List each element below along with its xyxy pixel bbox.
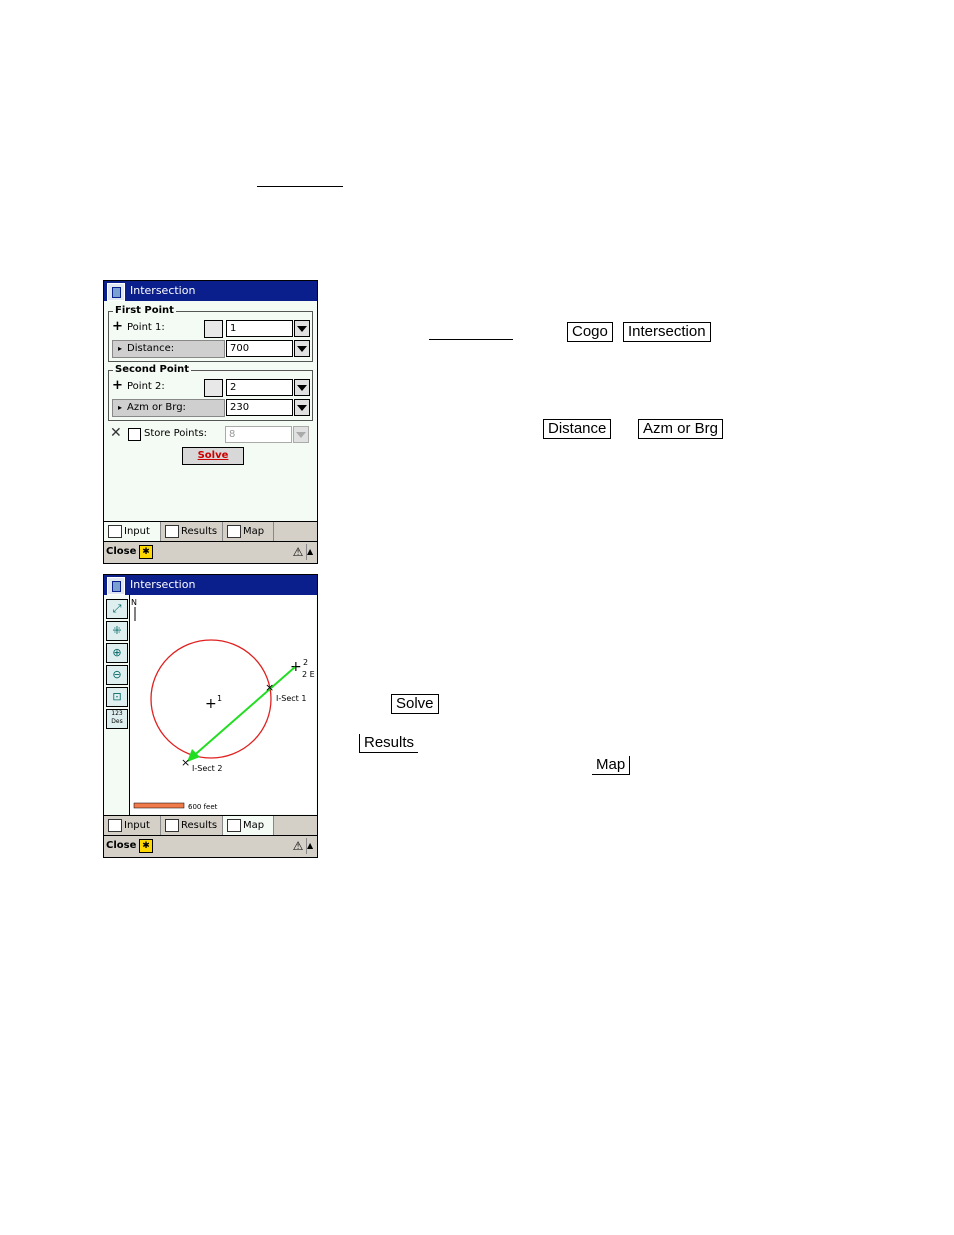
point1-marker: + [205, 696, 217, 712]
map-tab-icon [227, 525, 241, 538]
distance-input[interactable]: 700 [226, 340, 293, 357]
point2-input[interactable]: 2 [226, 379, 293, 396]
star-icon[interactable]: ✱ [139, 839, 153, 853]
input-tab-icon [108, 819, 122, 832]
keyboard-icon[interactable]: ⚠ [291, 544, 305, 560]
command-bar: Close ✱ ⚠ ▲ [104, 835, 317, 857]
results-tab-icon [165, 819, 179, 832]
solve-button[interactable]: Solve [182, 447, 244, 465]
zoom-out-icon[interactable]: ⊖ [106, 665, 128, 685]
distance-dropdown[interactable] [294, 340, 310, 357]
second-point-title: Second Point [113, 364, 192, 376]
start-menu-icon[interactable] [107, 577, 125, 595]
point-cross-icon: + [112, 378, 123, 393]
store-points-checkbox[interactable] [128, 428, 141, 441]
azm-brg-button[interactable]: Azm or Brg [638, 419, 724, 439]
close-command[interactable]: Close [106, 839, 136, 853]
map-pick-icon[interactable] [204, 320, 223, 338]
store-points-label: Store Points: [144, 428, 208, 439]
distance-button[interactable]: Distance [543, 419, 612, 439]
map-canvas[interactable]: N + 1 + 2 2 E × I-Sect 1 × I-Sect 2 600 … [130, 595, 316, 814]
title-bar: Intersection [104, 281, 317, 301]
step1-underline [429, 339, 513, 340]
units-icon[interactable]: 123 Des [106, 709, 128, 729]
start-menu-icon[interactable] [107, 283, 125, 301]
sect2-marker: × [181, 756, 190, 769]
tab-map-label: Map [243, 820, 265, 831]
intersection-button[interactable]: Intersection [623, 322, 711, 342]
point2-marker: + [290, 659, 302, 675]
keyboard-icon[interactable]: ⚠ [291, 838, 305, 854]
tab-input-label: Input [124, 820, 150, 831]
point1-input[interactable]: 1 [226, 320, 293, 337]
point2-dropdown[interactable] [294, 379, 310, 396]
tab-results[interactable]: Results [161, 816, 223, 835]
tab-bar: Input Results Map [104, 521, 317, 541]
map-screen: Intersection ⤢ ⁜ ⊕ ⊖ ⊡ 123 Des N + 1 + 2… [103, 574, 318, 858]
azm-mode-label: Azm or Brg: [127, 402, 186, 413]
tab-map-label: Map [243, 526, 265, 537]
results-tab-icon [165, 525, 179, 538]
title-bar: Intersection [104, 575, 317, 595]
cogo-button[interactable]: Cogo [567, 322, 613, 342]
tab-results[interactable]: Results [161, 522, 223, 541]
store-points-dropdown[interactable] [293, 426, 309, 443]
sect2-label: I-Sect 2 [192, 764, 222, 773]
close-x-icon: ✕ [110, 425, 122, 441]
input-tab-icon [108, 525, 122, 538]
star-icon[interactable]: ✱ [139, 545, 153, 559]
point-cross-icon: + [112, 319, 123, 334]
second-point-group: Second Point + Point 2: 2 Azm or Brg: 23… [108, 364, 313, 421]
units-top: 123 [111, 710, 123, 717]
point1-dropdown[interactable] [294, 320, 310, 337]
window-title: Intersection [130, 578, 196, 591]
window-title: Intersection [130, 284, 196, 297]
point2-label: Point 2: [127, 381, 165, 392]
close-command[interactable]: Close [106, 545, 136, 559]
store-points-input[interactable]: 8 [225, 426, 292, 443]
first-point-title: First Point [113, 305, 176, 317]
point1-label: 1 [217, 694, 222, 703]
zoom-in-icon[interactable]: ⊕ [106, 643, 128, 663]
tab-input[interactable]: Input [104, 522, 161, 541]
zoom-window-icon[interactable]: ⁜ [106, 621, 128, 641]
distance-mode-button[interactable]: Distance: [112, 340, 225, 358]
tab-results-label: Results [181, 820, 218, 831]
point2-extra: 2 E [302, 670, 315, 679]
command-bar: Close ✱ ⚠ ▲ [104, 541, 317, 563]
zoom-previous-icon[interactable]: ⊡ [106, 687, 128, 707]
first-point-group: First Point + Point 1: 1 Distance: 700 [108, 305, 313, 362]
zoom-extents-icon[interactable]: ⤢ [106, 599, 128, 619]
azm-mode-button[interactable]: Azm or Brg: [112, 399, 225, 417]
map-toolbar: ⤢ ⁜ ⊕ ⊖ ⊡ 123 Des [104, 595, 130, 815]
heading-underline [257, 186, 343, 187]
tab-bar: Input Results Map [104, 815, 317, 835]
tab-input-label: Input [124, 526, 150, 537]
tab-input[interactable]: Input [104, 816, 161, 835]
map-pick-icon[interactable] [204, 379, 223, 397]
map-tab-icon [227, 819, 241, 832]
results-button-ref[interactable]: Results [359, 734, 419, 753]
distance-mode-label: Distance: [127, 343, 175, 354]
map-button-ref[interactable]: Map [592, 756, 631, 775]
point1-label: Point 1: [127, 322, 165, 333]
azm-input[interactable]: 230 [226, 399, 293, 416]
input-screen: Intersection First Point + Point 1: 1 Di… [103, 280, 318, 564]
sect1-label: I-Sect 1 [276, 694, 306, 703]
sect1-marker: × [265, 681, 274, 694]
scale-bar [133, 802, 185, 809]
units-bottom: Des [111, 718, 123, 725]
point2-label: 2 [303, 658, 308, 667]
solve-button-ref[interactable]: Solve [391, 694, 439, 714]
sip-up-arrow-icon[interactable]: ▲ [306, 838, 315, 854]
azm-dropdown[interactable] [294, 399, 310, 416]
scale-label: 600 feet [188, 803, 218, 811]
north-label: N [131, 598, 137, 607]
sip-up-arrow-icon[interactable]: ▲ [306, 544, 315, 560]
tab-map[interactable]: Map [223, 522, 274, 541]
tab-results-label: Results [181, 526, 218, 537]
tab-map[interactable]: Map [223, 816, 274, 835]
